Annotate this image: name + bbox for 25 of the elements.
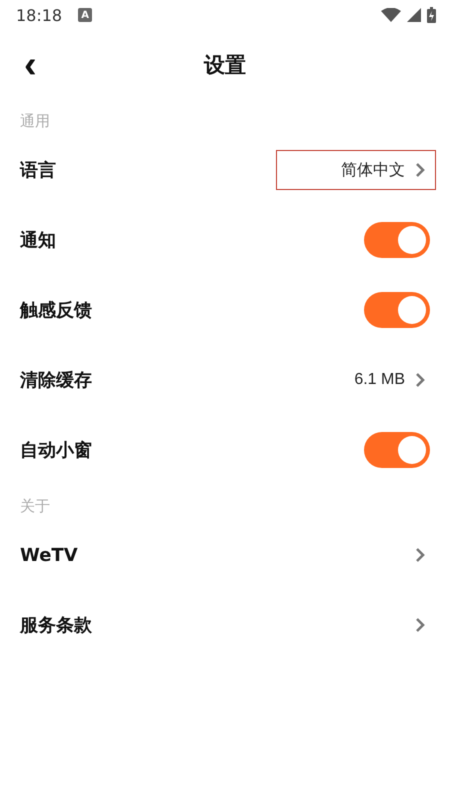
- chevron-right-icon: [415, 548, 425, 562]
- setting-label: 语言: [20, 159, 56, 182]
- setting-value-button[interactable]: 6.1 MB: [343, 360, 436, 400]
- back-button[interactable]: ‹: [18, 46, 43, 84]
- chevron-right-icon: [415, 373, 425, 387]
- setting-label: 触感反馈: [20, 299, 92, 322]
- setting-label: 自动小窗: [20, 439, 92, 462]
- section-title: 关于: [19, 496, 51, 517]
- section-title: 通用: [19, 111, 51, 132]
- setting-label: 清除缓存: [20, 369, 92, 392]
- chevron-right-icon: [415, 618, 425, 632]
- battery-icon: [427, 7, 436, 23]
- page-title: 设置: [204, 52, 246, 79]
- setting-value-button[interactable]: 简体中文: [276, 150, 436, 190]
- setting-label: 服务条款: [20, 614, 92, 637]
- toggle-switch[interactable]: [364, 222, 430, 258]
- chevron-right-icon: [415, 163, 425, 177]
- wifi-icon: [381, 8, 401, 22]
- toggle-switch[interactable]: [364, 292, 430, 328]
- toggle-switch[interactable]: [364, 432, 430, 468]
- notification-badge: A: [78, 8, 92, 22]
- status-time: 18:18: [16, 6, 62, 24]
- signal-icon: [407, 8, 421, 22]
- setting-label: 通知: [20, 229, 56, 252]
- setting-label: WeTV: [20, 544, 78, 566]
